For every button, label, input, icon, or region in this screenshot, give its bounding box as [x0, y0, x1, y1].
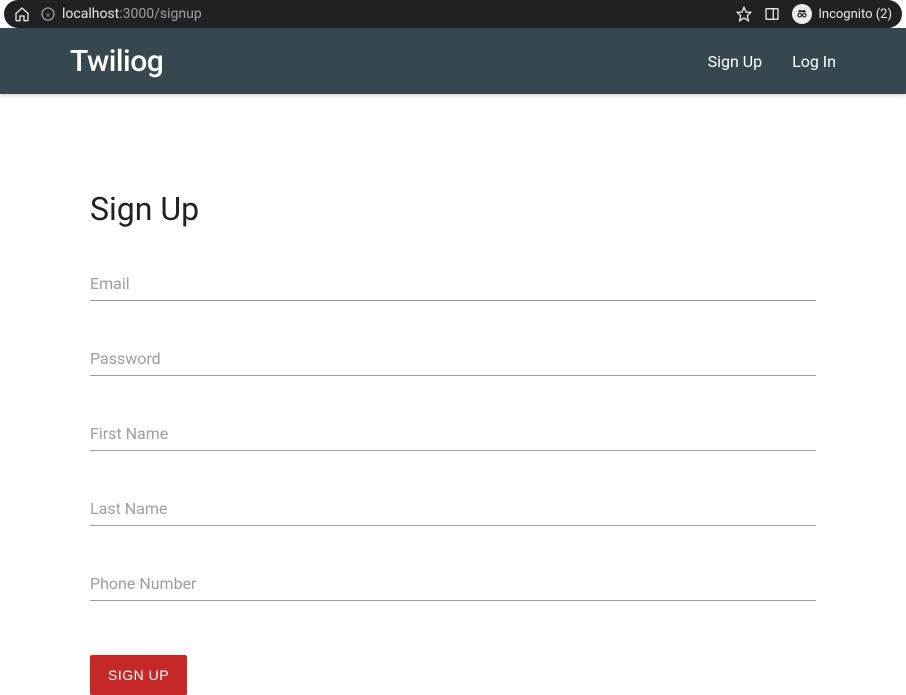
- first-name-field[interactable]: [90, 418, 816, 451]
- nav-login-link[interactable]: Log In: [792, 52, 836, 71]
- email-field-wrapper: Email: [90, 268, 816, 301]
- url-path: :3000/signup: [119, 6, 201, 22]
- app-navbar: Twiliog Sign Up Log In: [0, 28, 906, 94]
- brand-logo[interactable]: Twiliog: [70, 44, 708, 79]
- password-field-wrapper: Password: [90, 343, 816, 376]
- nav-links: Sign Up Log In: [708, 52, 836, 71]
- last-name-field-wrapper: Last Name: [90, 493, 816, 526]
- phone-field[interactable]: [90, 568, 816, 601]
- signup-form-container: Sign Up Email Password First Name Last N…: [0, 94, 906, 695]
- url-host: localhost: [62, 6, 119, 22]
- star-icon[interactable]: [736, 6, 752, 22]
- incognito-badge[interactable]: Incognito (2): [792, 4, 892, 24]
- browser-address-bar: localhost:3000/signup Incog: [4, 0, 902, 28]
- home-icon[interactable]: [14, 6, 30, 22]
- incognito-label: Incognito (2): [818, 7, 892, 22]
- incognito-icon: [792, 4, 812, 24]
- signup-submit-button[interactable]: SIGN UP: [90, 655, 187, 695]
- panel-icon[interactable]: [764, 6, 780, 22]
- url-display[interactable]: localhost:3000/signup: [40, 6, 726, 22]
- phone-field-wrapper: Phone Number: [90, 568, 816, 601]
- password-field[interactable]: [90, 343, 816, 376]
- last-name-field[interactable]: [90, 493, 816, 526]
- first-name-field-wrapper: First Name: [90, 418, 816, 451]
- info-icon: [40, 6, 56, 22]
- page-title: Sign Up: [90, 190, 816, 228]
- email-field[interactable]: [90, 268, 816, 301]
- nav-signup-link[interactable]: Sign Up: [708, 52, 763, 71]
